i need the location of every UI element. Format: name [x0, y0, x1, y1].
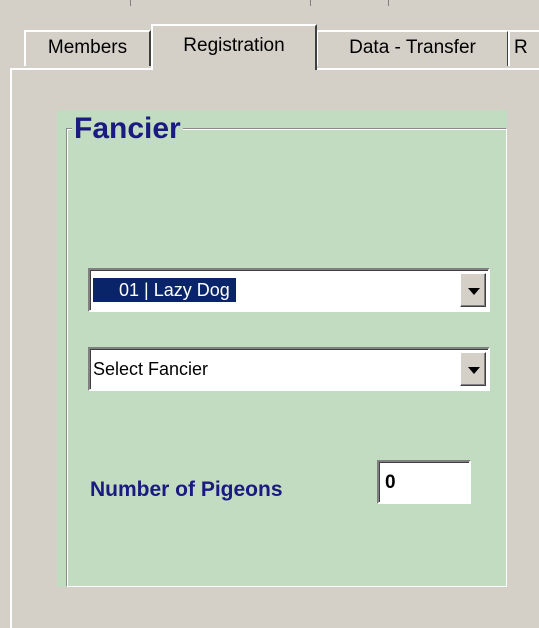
divider-tick: [310, 0, 311, 6]
dropdown-arrow-icon[interactable]: [460, 352, 486, 386]
tab-registration-label: Registration: [183, 35, 285, 56]
dropdown-arrow-icon[interactable]: [460, 273, 486, 307]
select-fancier-combo[interactable]: Select Fancier: [88, 347, 490, 391]
select-fancier-value: Select Fancier: [93, 359, 209, 379]
tab-data-transfer[interactable]: Data - Transfer: [316, 30, 509, 66]
tab-registration[interactable]: Registration: [151, 24, 317, 70]
tab-data-transfer-label: Data - Transfer: [349, 37, 476, 58]
pigeons-input[interactable]: [377, 460, 471, 504]
group-title: Fancier: [72, 110, 183, 148]
tab-partial[interactable]: R: [508, 30, 539, 66]
tab-members-label: Members: [47, 37, 128, 58]
pigeons-label: Number of Pigeons: [90, 478, 283, 501]
tab-members[interactable]: Members: [24, 30, 151, 66]
divider-tick: [388, 0, 389, 6]
fancier-combo[interactable]: 01 | Lazy Dog: [88, 268, 490, 312]
tab-partial-label: R: [514, 37, 528, 58]
fancier-combo-value: 01 | Lazy Dog: [93, 278, 236, 302]
divider-tick: [130, 0, 131, 6]
top-strip: [0, 0, 539, 26]
